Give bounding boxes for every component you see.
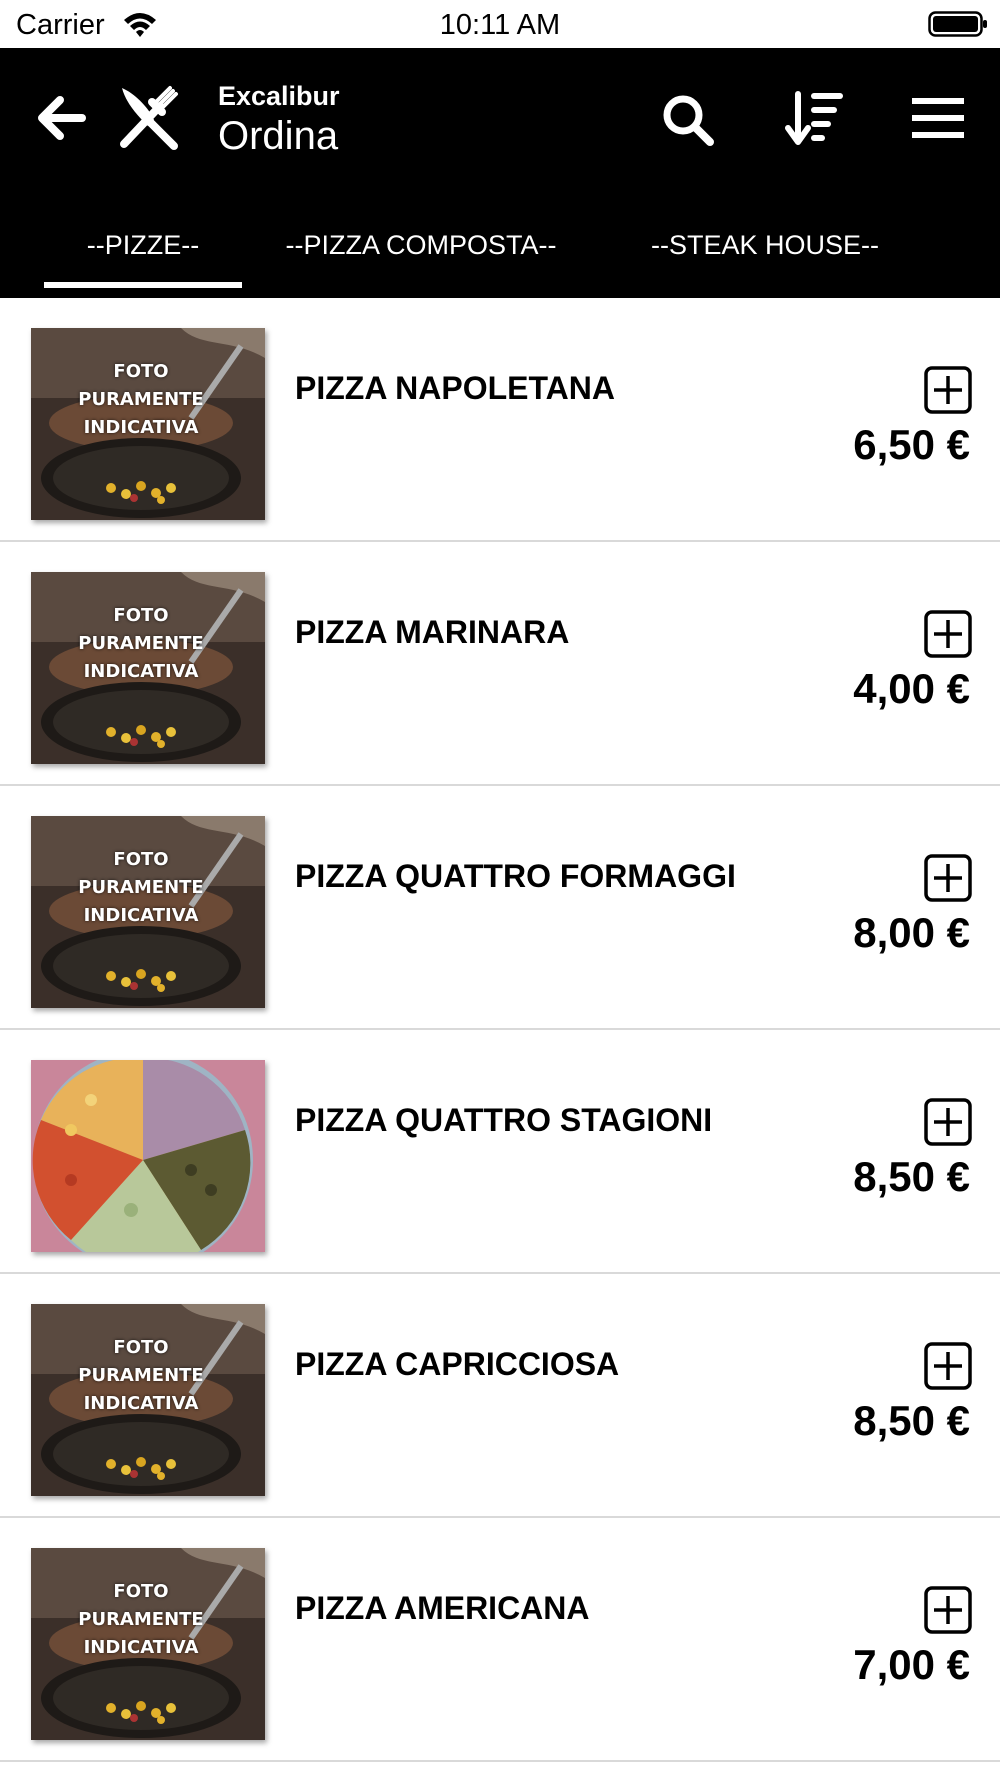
- item-price: 8,00 €: [853, 909, 970, 956]
- add-icon[interactable]: [924, 1586, 972, 1634]
- restaurant-icon: [120, 86, 178, 150]
- item-price: 8,50 €: [853, 1397, 970, 1444]
- photo-disclaimer: FOTO PURAMENTE INDICATIVA: [78, 849, 204, 926]
- item-name: PIZZA QUATTRO STAGIONI: [295, 1102, 713, 1138]
- item-photo: [31, 1060, 265, 1252]
- menu-item-row[interactable]: FOTO PURAMENTE INDICATIVA PIZZA QUATTRO …: [0, 786, 1000, 1030]
- item-price: 7,00 €: [853, 1641, 970, 1688]
- item-name: PIZZA QUATTRO FORMAGGI: [295, 858, 736, 894]
- photo-disclaimer: FOTO PURAMENTE INDICATIVA: [78, 1581, 204, 1658]
- status-bar: Carrier 10:11 AM: [0, 0, 1000, 48]
- page-title: Ordina: [218, 114, 339, 158]
- photo-disclaimer: FOTO PURAMENTE INDICATIVA: [78, 361, 204, 438]
- pizza-photo: [31, 1060, 265, 1252]
- add-icon[interactable]: [924, 1342, 972, 1390]
- search-icon[interactable]: [660, 92, 716, 148]
- battery-icon: [928, 11, 987, 37]
- add-icon[interactable]: [924, 854, 972, 902]
- add-icon[interactable]: [924, 366, 972, 414]
- add-icon[interactable]: [924, 1098, 972, 1146]
- menu-item-row[interactable]: FOTO PURAMENTE INDICATIVA PIZZA MARINARA…: [0, 542, 1000, 786]
- active-tab-indicator: [44, 282, 242, 288]
- item-name: PIZZA NAPOLETANA: [295, 370, 615, 406]
- item-photo: FOTO PURAMENTE INDICATIVA: [31, 1304, 265, 1496]
- photo-disclaimer: FOTO PURAMENTE INDICATIVA: [78, 1337, 204, 1414]
- menu-item-row[interactable]: FOTO PURAMENTE INDICATIVA PIZZA NAPOLETA…: [0, 298, 1000, 542]
- item-name: PIZZA CAPRICCIOSA: [295, 1346, 620, 1382]
- menu-item-row[interactable]: FOTO PURAMENTE INDICATIVA PIZZA CAPRICCI…: [0, 1274, 1000, 1518]
- item-name: PIZZA AMERICANA: [295, 1590, 590, 1626]
- tab-pizze[interactable]: --PIZZE--: [44, 222, 242, 286]
- menu-item-list: FOTO PURAMENTE INDICATIVA PIZZA NAPOLETA…: [0, 298, 1000, 1762]
- tab-pizza-composta[interactable]: --PIZZA COMPOSTA--: [262, 222, 580, 286]
- back-icon[interactable]: [36, 92, 88, 144]
- item-price: 6,50 €: [853, 421, 970, 468]
- add-icon[interactable]: [924, 610, 972, 658]
- category-tabs: --PIZZE-- --PIZZA COMPOSTA-- --STEAK HOU…: [0, 222, 1000, 298]
- app-header: Excalibur Ordina --PIZZE-- --PIZZA COMPO…: [0, 48, 1000, 298]
- item-photo: FOTO PURAMENTE INDICATIVA: [31, 1548, 265, 1740]
- item-price: 4,00 €: [853, 665, 970, 712]
- item-photo: FOTO PURAMENTE INDICATIVA: [31, 572, 265, 764]
- status-time: 10:11 AM: [439, 9, 561, 41]
- menu-item-row[interactable]: PIZZA QUATTRO STAGIONI 8,50 €: [0, 1030, 1000, 1274]
- item-photo: FOTO PURAMENTE INDICATIVA: [31, 328, 265, 520]
- menu-item-row[interactable]: FOTO PURAMENTE INDICATIVA PIZZA AMERICAN…: [0, 1518, 1000, 1762]
- menu-icon[interactable]: [910, 92, 966, 144]
- tab-steak-house[interactable]: --STEAK HOUSE--: [610, 222, 920, 286]
- restaurant-name: Excalibur: [218, 81, 340, 111]
- header-titles: Excalibur Ordina: [218, 80, 340, 160]
- item-name: PIZZA MARINARA: [295, 614, 570, 650]
- item-price: 8,50 €: [853, 1153, 970, 1200]
- photo-disclaimer: FOTO PURAMENTE INDICATIVA: [78, 605, 204, 682]
- item-photo: FOTO PURAMENTE INDICATIVA: [31, 816, 265, 1008]
- sort-icon[interactable]: [784, 88, 844, 148]
